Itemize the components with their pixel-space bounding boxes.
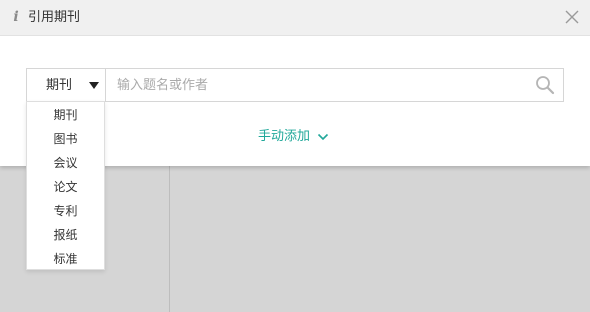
dropdown-item-thesis[interactable]: 论文 [27,175,104,199]
type-select[interactable]: 期刊 [27,69,106,101]
close-icon[interactable] [564,9,580,25]
search-bar: 期刊 [26,68,564,102]
dropdown-arrow-icon [89,82,99,89]
type-dropdown-menu: 期刊 图书 会议 论文 专利 报纸 标准 [26,101,105,270]
dropdown-item-patent[interactable]: 专利 [27,199,104,223]
dropdown-item-newspaper[interactable]: 报纸 [27,223,104,247]
manual-add-label: 手动添加 [258,129,311,144]
manual-add-button[interactable]: 手动添加 [258,128,329,146]
background-divider [169,166,170,312]
dialog-title: 引用期刊 [28,10,81,25]
info-icon: i [13,9,19,25]
search-icon[interactable] [535,75,555,95]
dropdown-item-journal[interactable]: 期刊 [27,103,104,127]
dialog-header: i 引用期刊 [0,0,590,36]
search-input[interactable] [107,69,527,101]
dropdown-item-standard[interactable]: 标准 [27,247,104,271]
dropdown-item-book[interactable]: 图书 [27,127,104,151]
dropdown-item-conference[interactable]: 会议 [27,151,104,175]
chevron-down-icon [318,133,329,141]
type-select-value: 期刊 [46,78,73,93]
